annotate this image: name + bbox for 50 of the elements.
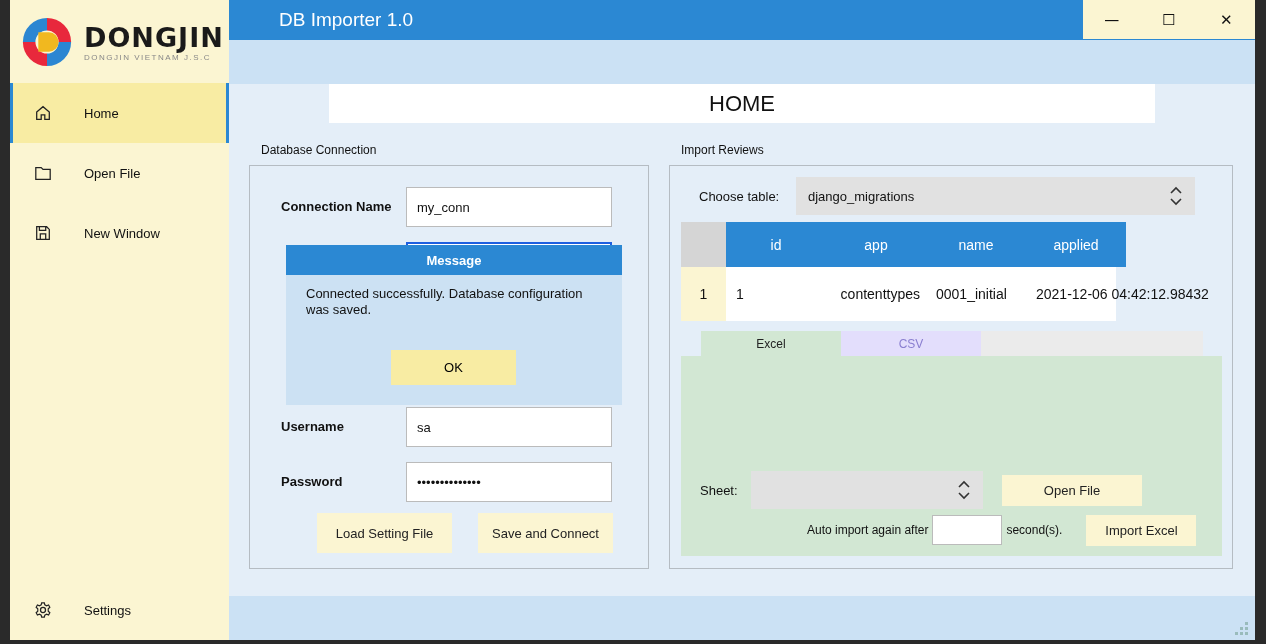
page-heading: HOME <box>329 84 1155 123</box>
input-field[interactable]: •••••••••••••• <box>406 462 612 502</box>
input-field[interactable]: sa <box>406 407 612 447</box>
seconds-input[interactable] <box>932 515 1003 545</box>
spinner-arrows-icon <box>1169 186 1183 206</box>
open-file-button[interactable]: Open File <box>1002 474 1142 506</box>
sheet-label: Sheet: <box>699 482 739 498</box>
brand-tagline: DONGJIN VIETNAM J.S.C <box>84 52 212 62</box>
dialog-title: Message <box>286 245 622 275</box>
folder-icon <box>34 164 52 182</box>
sidebar-item[interactable]: Open File <box>10 143 229 203</box>
input-field[interactable]: my_conn <box>406 187 612 227</box>
column-header[interactable]: app <box>826 222 926 267</box>
sidebar-item[interactable]: Home <box>10 83 229 143</box>
close-button[interactable]: ✕ <box>1197 0 1255 39</box>
table-corner <box>681 222 726 267</box>
seconds-label: second(s). <box>1006 523 1063 537</box>
settings-icon <box>34 601 52 619</box>
choose-table-label: Choose table: <box>698 188 781 204</box>
action-button[interactable]: Load Setting File <box>317 513 452 553</box>
group-title: Import Reviews <box>681 143 765 159</box>
column-header[interactable]: applied <box>1026 222 1126 267</box>
table-cell: 1 <box>726 267 826 321</box>
ok-button[interactable]: OK <box>391 350 516 385</box>
resize-grip-icon <box>1235 622 1249 636</box>
sidebar-item[interactable]: Settings <box>10 580 229 640</box>
import-excel-button[interactable]: Import Excel <box>1086 514 1197 546</box>
minimize-button[interactable]: — <box>1083 0 1141 39</box>
tab[interactable]: Excel <box>701 331 841 356</box>
table-cell: 0001_initial <box>926 267 1026 321</box>
sidebar-item[interactable]: New Window <box>10 203 229 263</box>
column-header[interactable]: id <box>726 222 826 267</box>
auto-import-label: Auto import again after <box>807 523 929 537</box>
dialog-message: Connected successfully. Database configuration was saved. <box>306 286 584 318</box>
column-header[interactable]: name <box>926 222 1026 267</box>
row-header: 1 <box>681 267 726 321</box>
maximize-button[interactable]: ☐ <box>1140 0 1198 39</box>
brand-name: DONGJIN <box>84 21 224 53</box>
spinner-arrows-icon <box>957 480 971 500</box>
sheet-dropdown[interactable] <box>751 471 983 509</box>
group-title: Database Connection <box>261 143 378 159</box>
table-dropdown[interactable]: django_migrations <box>796 177 1195 215</box>
home-icon <box>34 104 52 122</box>
action-button[interactable]: Save and Connect <box>478 513 613 553</box>
table-cell: contenttypes <box>826 267 926 321</box>
field-label: Connection Name <box>280 198 393 216</box>
window-title: DB Importer 1.0 <box>278 9 414 31</box>
field-label: Username <box>280 418 345 436</box>
save-icon <box>34 224 52 242</box>
field-label: Password <box>280 473 344 491</box>
